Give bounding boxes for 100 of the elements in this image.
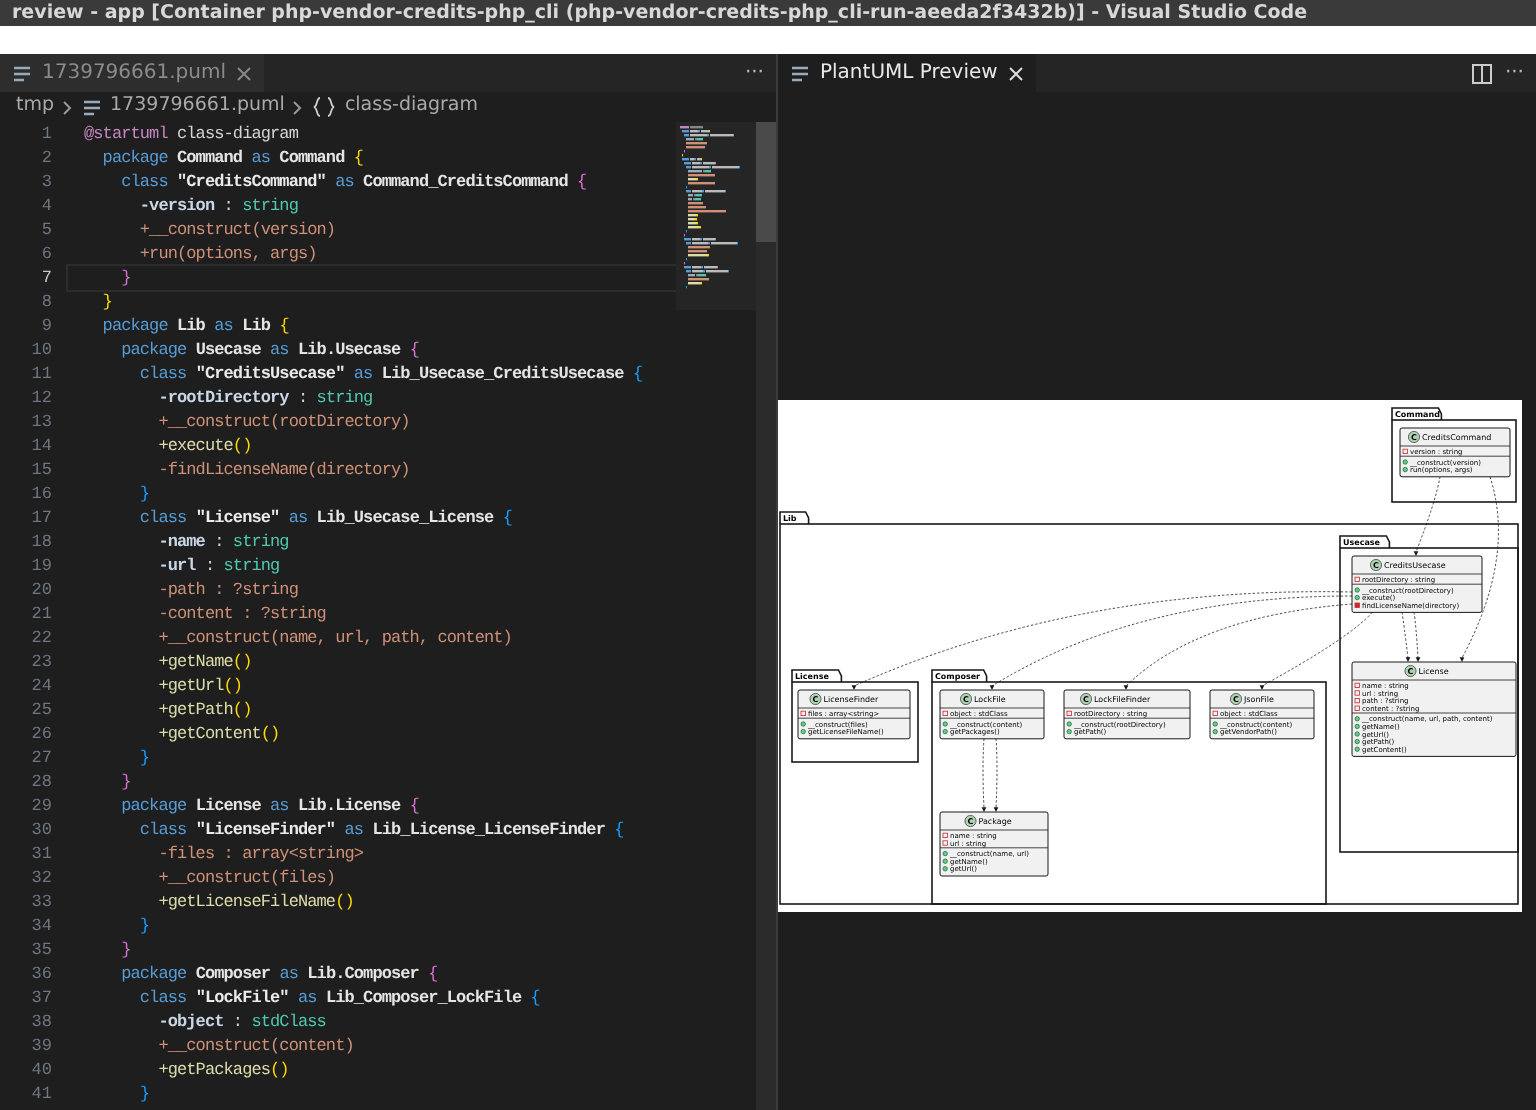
- code-line: +getPath(): [156, 698, 254, 722]
- editor-tab[interactable]: 1739796661.puml: [0, 54, 265, 92]
- line-number: 11: [29, 362, 52, 386]
- code-line: }: [119, 938, 133, 962]
- code-line: }: [137, 1082, 152, 1106]
- line-number: 35: [29, 938, 52, 962]
- line-number: 9: [39, 314, 52, 338]
- code-line: +getPackages(): [156, 1058, 291, 1082]
- minimap[interactable]: [676, 122, 756, 310]
- line-number: 37: [29, 986, 52, 1010]
- code-line: +getUrl(): [156, 674, 245, 698]
- code-line: -files : array<string>: [156, 842, 366, 866]
- code-line: }: [119, 770, 133, 794]
- code-line: }: [68, 266, 676, 290]
- code-line: package Lib as Lib {: [100, 314, 291, 338]
- line-number: 13: [29, 410, 52, 434]
- dependency-arrow: [993, 738, 999, 812]
- class-box: [1351, 555, 1483, 613]
- code-line: -rootDirectory : string: [156, 386, 375, 410]
- line-number: 38: [29, 1010, 52, 1034]
- dependency-arrow: [1413, 476, 1441, 556]
- code-line: @startuml class-diagram: [82, 122, 300, 146]
- file-lines-icon: [12, 63, 32, 83]
- more-actions-button[interactable]: ···: [732, 58, 776, 88]
- line-number: 19: [29, 554, 52, 578]
- line-number: 16: [29, 482, 52, 506]
- line-number: 7: [39, 266, 52, 290]
- file-lines-icon: [82, 97, 103, 117]
- code-line: -url : string: [156, 554, 282, 578]
- line-number: 20: [29, 578, 52, 602]
- code-line: class "CreditsCommand" as Command_CreditsCommand {: [119, 170, 589, 194]
- close-icon: [1007, 65, 1024, 81]
- line-number: 2: [39, 146, 52, 170]
- code-line: package License as Lib.License {: [119, 794, 421, 818]
- code-line: }: [137, 914, 152, 938]
- code-line: class "LockFile" as Lib_Composer_LockFile {: [137, 986, 542, 1010]
- code-line: -findLicenseName(directory): [156, 458, 412, 482]
- line-number: 23: [29, 650, 52, 674]
- breadcrumb-item[interactable]: class-diagram: [344, 92, 478, 122]
- line-number: 15: [29, 458, 52, 482]
- code-line: -name : string: [156, 530, 291, 554]
- code-line: }: [137, 482, 152, 506]
- editor-tab[interactable]: PlantUML Preview: [778, 54, 1036, 92]
- split-editor-icon: [1472, 63, 1493, 83]
- file-lines-icon: [790, 63, 810, 83]
- code-line: package Usecase as Lib.Usecase {: [119, 338, 421, 362]
- close-icon: [236, 65, 253, 81]
- scrollbar-thumb[interactable]: [756, 122, 776, 242]
- line-number: 36: [29, 962, 52, 986]
- code-line: }: [137, 746, 152, 770]
- code-line: -content : ?string: [156, 602, 328, 626]
- line-number: 5: [39, 218, 52, 242]
- line-number: 27: [29, 746, 52, 770]
- chevron-right-icon: [292, 99, 305, 115]
- window-title: review - app [Container php-vendor-credits-php_cli (php-vendor-credits-php_cli-run-aeeda2f3432b)] - Visual Studio Code: [0, 0, 1536, 26]
- code-line: +__construct(files): [156, 866, 338, 890]
- code-line: -object : stdClass: [156, 1010, 328, 1034]
- line-number: 18: [29, 530, 52, 554]
- code-line: class "License" as Lib_Usecase_License {: [137, 506, 514, 530]
- line-number: 4: [39, 194, 52, 218]
- line-number: 1: [39, 122, 52, 146]
- code-line: package Composer as Lib.Composer {: [119, 962, 440, 986]
- breadcrumb-item[interactable]: 1739796661.puml: [110, 92, 285, 122]
- chevron-right-icon: [62, 99, 75, 115]
- line-number: 33: [29, 890, 52, 914]
- dependency-arrow: [981, 738, 987, 812]
- line-number: 24: [29, 674, 52, 698]
- breadcrumb-item[interactable]: tmp: [16, 92, 55, 122]
- line-number: 40: [29, 1058, 52, 1082]
- class-box: [1063, 689, 1191, 740]
- code-line: class "CreditsUsecase" as Lib_Usecase_CreditsUsecase {: [137, 362, 645, 386]
- line-number: 17: [29, 506, 52, 530]
- line-number: 8: [39, 290, 52, 314]
- line-number: 28: [29, 770, 52, 794]
- line-number: 14: [29, 434, 52, 458]
- line-number: 29: [29, 794, 52, 818]
- line-number: 31: [29, 842, 52, 866]
- line-number: 34: [29, 914, 52, 938]
- code-line: +__construct(content): [156, 1034, 356, 1058]
- line-number: 39: [29, 1034, 52, 1058]
- line-number: 3: [39, 170, 52, 194]
- line-number: 22: [29, 626, 52, 650]
- code-line: -path : ?string: [156, 578, 300, 602]
- braces-icon: [312, 96, 337, 118]
- line-number: 32: [29, 866, 52, 890]
- code-line: +getLicenseFileName(): [156, 890, 356, 914]
- line-number: 30: [29, 818, 52, 842]
- code-line: package Command as Command {: [100, 146, 366, 170]
- code-line: +__construct(name, url, path, content): [156, 626, 514, 650]
- more-actions-button[interactable]: ···: [1492, 58, 1536, 88]
- code-line: +getContent(): [156, 722, 282, 746]
- line-number: 25: [29, 698, 52, 722]
- code-line: +execute(): [156, 434, 254, 458]
- code-line: }: [100, 290, 114, 314]
- code-line: +__construct(rootDirectory): [156, 410, 412, 434]
- code-line: -version : string: [137, 194, 300, 218]
- line-number: 21: [29, 602, 52, 626]
- code-line: +getName(): [156, 650, 254, 674]
- package-frame: [1391, 407, 1517, 503]
- code-line: class "LicenseFinder" as Lib_License_LicenseFinder {: [137, 818, 626, 842]
